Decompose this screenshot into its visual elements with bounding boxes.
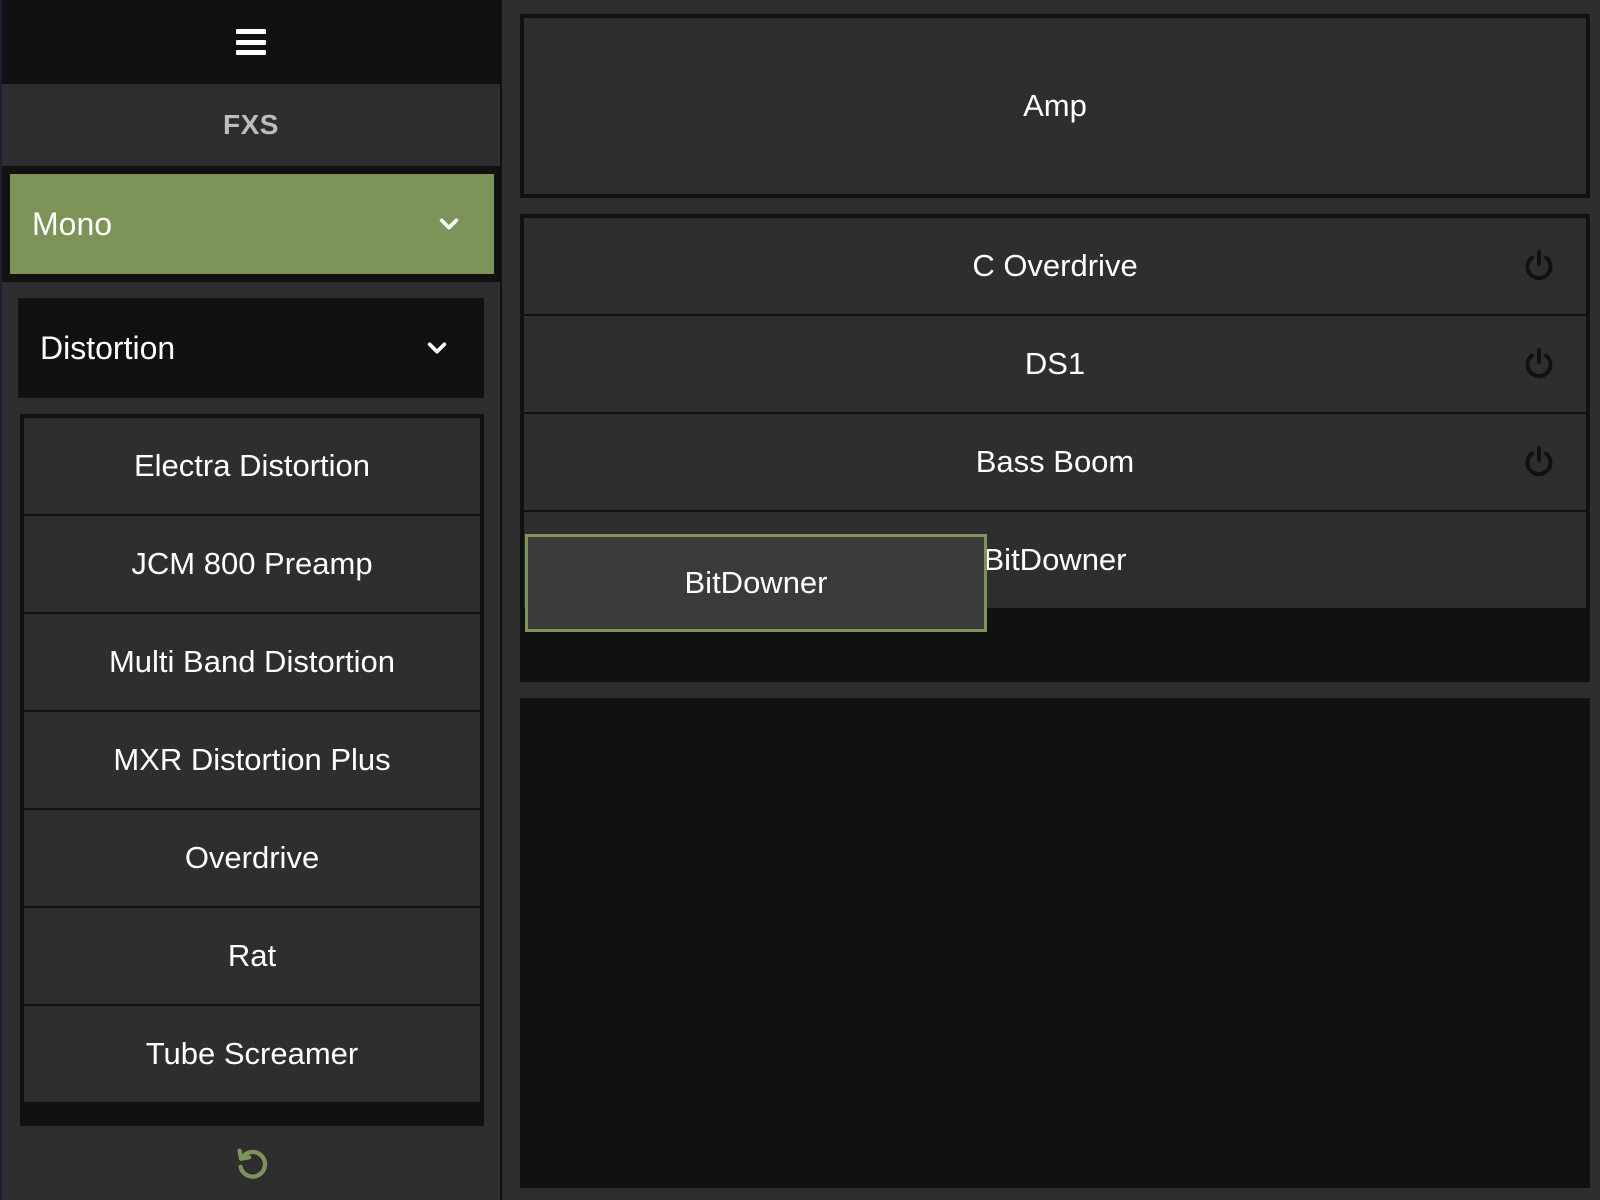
chain-item-label: C Overdrive (972, 248, 1138, 283)
amp-slot[interactable]: Amp (520, 14, 1590, 198)
channel-mode-select[interactable]: Mono (10, 174, 494, 274)
channel-mode-label: Mono (32, 205, 113, 242)
power-icon[interactable] (1522, 249, 1556, 283)
sidebar-topbar (2, 0, 500, 84)
dragging-effect-ghost[interactable]: BitDowner (525, 534, 987, 632)
amp-label: Amp (524, 18, 1586, 194)
effect-item[interactable]: Tube Screamer (24, 1006, 480, 1102)
effect-item[interactable]: Rat (24, 908, 480, 1004)
chain-item[interactable]: DS1 (524, 316, 1586, 412)
chain-item-label: Bass Boom (975, 444, 1135, 479)
chevron-down-icon (427, 342, 447, 354)
category-select[interactable]: Distortion (18, 298, 484, 398)
effect-item[interactable]: Multi Band Distortion (24, 614, 480, 710)
empty-panel (520, 698, 1590, 1188)
undo-icon[interactable] (232, 1144, 270, 1182)
power-icon[interactable] (1522, 445, 1556, 479)
category-label: Distortion (40, 329, 176, 366)
effect-item[interactable]: Overdrive (24, 810, 480, 906)
chevron-down-icon (439, 218, 459, 230)
sidebar: FXS Mono Distortion Electra Distortion J… (2, 0, 500, 1200)
effect-item[interactable]: Electra Distortion (24, 418, 480, 514)
sidebar-footer (2, 1126, 500, 1200)
chain-item[interactable]: C Overdrive (524, 218, 1586, 314)
effect-item[interactable]: JCM 800 Preamp (24, 516, 480, 612)
chain-item-label: DS1 (1024, 346, 1086, 381)
mono-select-container: Mono (2, 166, 500, 282)
chain-item[interactable]: Bass Boom (524, 414, 1586, 510)
hamburger-menu-icon[interactable] (236, 29, 266, 55)
effect-item[interactable]: MXR Distortion Plus (24, 712, 480, 808)
chain-item-label: BitDowner (983, 542, 1127, 577)
effects-list[interactable]: Electra Distortion JCM 800 Preamp Multi … (20, 414, 484, 1126)
power-icon[interactable] (1522, 347, 1556, 381)
fxs-header: FXS (2, 84, 500, 166)
